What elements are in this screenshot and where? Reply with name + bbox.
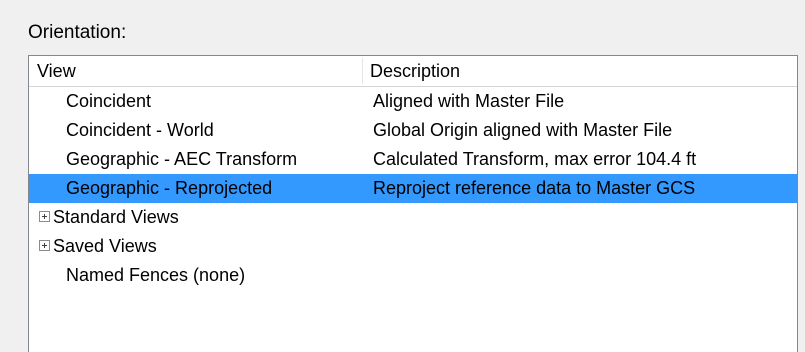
list-row-coincident-world[interactable]: Coincident - World Global Origin aligned… [29, 116, 797, 145]
plus-expand-icon[interactable] [39, 211, 50, 222]
row-description-cell: Global Origin aligned with Master File [373, 120, 673, 140]
list-rows: Coincident Aligned with Master File Coin… [29, 87, 797, 290]
column-separator[interactable] [362, 58, 363, 84]
orientation-list[interactable]: View Description Coincident Aligned with… [28, 55, 798, 352]
row-description-cell: Calculated Transform, max error 104.4 ft [373, 149, 697, 169]
list-group-standard-views[interactable]: Standard Views [29, 203, 797, 232]
list-row-geographic-aec-transform[interactable]: Geographic - AEC Transform Calculated Tr… [29, 145, 797, 174]
row-description-cell: Aligned with Master File [373, 91, 565, 111]
list-row-coincident[interactable]: Coincident Aligned with Master File [29, 87, 797, 116]
row-view-cell: Coincident - World [66, 120, 214, 140]
plus-expand-icon[interactable] [39, 240, 50, 251]
list-header: View Description [29, 56, 797, 87]
list-row-named-fences[interactable]: Named Fences (none) [29, 261, 797, 290]
row-view-cell: Coincident [66, 91, 152, 111]
row-description-cell: Reproject reference data to Master GCS [373, 178, 696, 198]
column-header-view[interactable]: View [37, 56, 363, 86]
list-row-geographic-reprojected[interactable]: Geographic - Reprojected Reproject refer… [29, 174, 797, 203]
row-view-cell: Geographic - AEC Transform [66, 149, 298, 169]
row-view-cell: Geographic - Reprojected [66, 178, 273, 198]
group-label: Saved Views [53, 236, 157, 256]
group-label: Standard Views [53, 207, 179, 227]
row-view-cell: Named Fences (none) [66, 265, 246, 285]
list-group-saved-views[interactable]: Saved Views [29, 232, 797, 261]
column-header-description[interactable]: Description [370, 56, 790, 86]
orientation-label: Orientation: [28, 22, 127, 43]
